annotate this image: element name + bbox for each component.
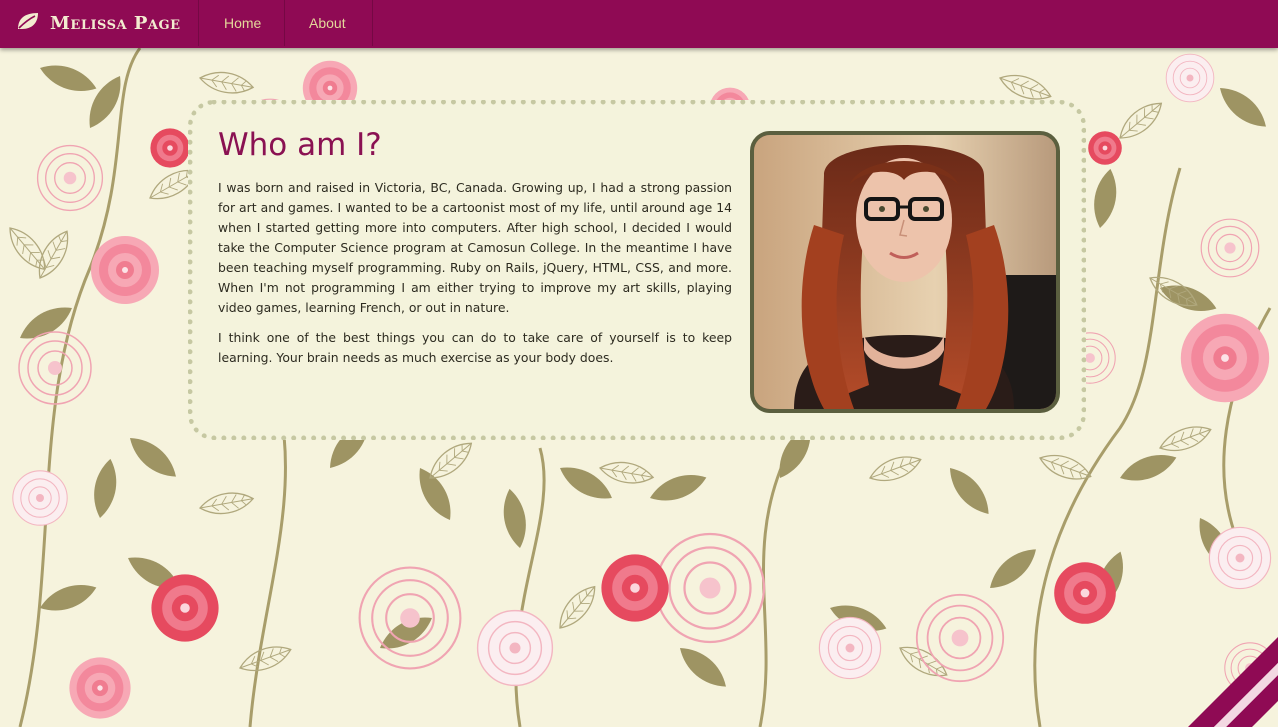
corner-ribbon-decoration [1168,617,1278,727]
brand-name: Melissa Page [50,12,181,34]
bio-paragraph: I was born and raised in Victoria, BC, C… [218,180,732,315]
nav-divider [198,0,199,46]
nav-divider [372,0,373,46]
nav-link-home[interactable]: Home [224,0,261,46]
bio-text: I was born and raised in Victoria, BC, C… [218,178,732,378]
page-title: Who am I? [218,127,382,163]
nav-divider [284,0,285,46]
profile-photo [750,131,1060,413]
about-card: Who am I? I was born and raised in Victo… [188,100,1086,440]
top-navbar: Melissa Page Home About [0,0,1278,48]
nav-link-about[interactable]: About [309,0,346,46]
bio-paragraph: I think one of the best things you can d… [218,330,732,365]
brand-home-link[interactable]: Melissa Page [16,0,181,46]
leaf-icon [16,11,40,35]
